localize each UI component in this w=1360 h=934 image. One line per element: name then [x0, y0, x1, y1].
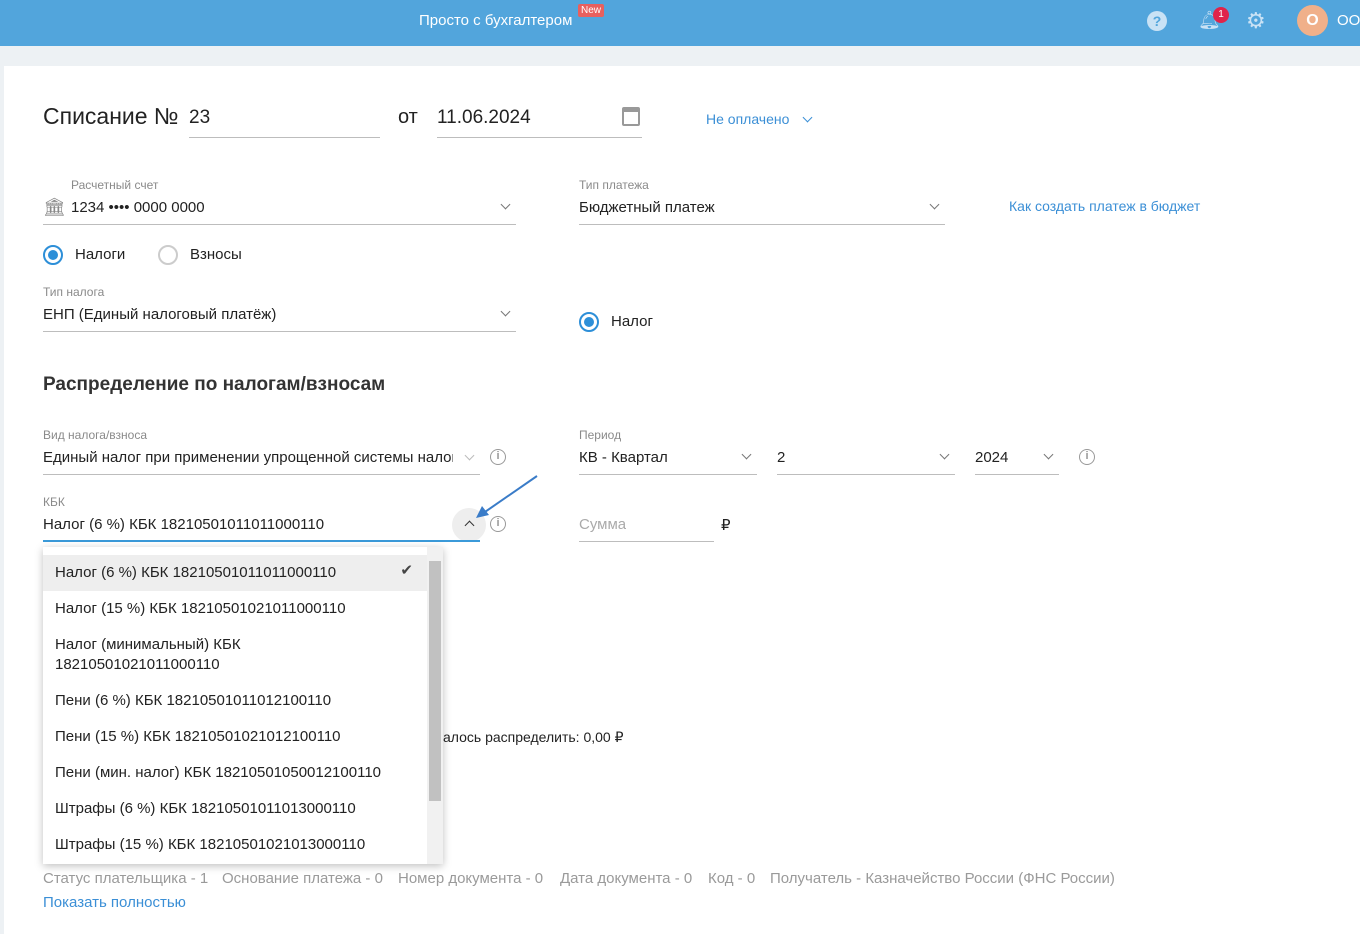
notification-count: 1 [1213, 7, 1229, 23]
org-name[interactable]: ООО [1337, 12, 1360, 29]
avatar[interactable]: О [1297, 5, 1328, 36]
kbk-option[interactable]: Пени (мин. налог) КБК 182105010500121001… [43, 763, 427, 783]
kbk-option[interactable]: Штрафы (6 %) КБК 18210501011013000110 [43, 799, 427, 819]
gear-icon[interactable]: ⚙ [1246, 8, 1266, 34]
tax-type-select[interactable]: ЕНП (Единый налоговый платёж) [43, 306, 276, 323]
radio-tax[interactable] [579, 312, 599, 332]
new-badge: New [578, 4, 605, 17]
status-dropdown[interactable]: Не оплачено [706, 111, 789, 127]
kind-label: Вид налога/взноса [43, 428, 147, 442]
period-year-select[interactable]: 2024 [975, 449, 1008, 466]
radio-contributions-label: Взносы [190, 246, 242, 263]
top-bar: Просто с бухгалтером New ? 🔔︎ 1 ⚙ О ООО [0, 0, 1360, 46]
kbk-option[interactable]: Штрафы (15 %) КБК 18210501021013000110 [43, 835, 427, 855]
info-icon[interactable]: i [1079, 449, 1095, 465]
kbk-option[interactable]: Пени (15 %) КБК 18210501021012100110 [43, 727, 427, 747]
document-date: Дата документа - 0 [560, 870, 693, 887]
account-label: Расчетный счет [71, 178, 159, 192]
app-title[interactable]: Просто с бухгалтером [419, 12, 572, 29]
kbk-option[interactable]: Налог (15 %) КБК 18210501021011000110 [43, 599, 427, 619]
payment-type-label: Тип платежа [579, 178, 649, 192]
payer-status: Статус плательщика - 1 [43, 870, 209, 887]
from-label: от [398, 106, 418, 128]
bank-icon: 🏛︎ [43, 197, 66, 217]
remaining-text: алось распределить: 0,00 ₽ [443, 729, 624, 745]
kbk-option[interactable]: Пени (6 %) КБК 18210501011012100110 [43, 691, 427, 711]
recipient: Получатель - Казначейство России (ФНС Ро… [770, 870, 1115, 887]
check-icon: ✔ [400, 562, 413, 579]
radio-tax-label: Налог [611, 313, 653, 330]
calendar-icon[interactable] [622, 107, 640, 126]
date-input[interactable]: 11.06.2024 [437, 107, 531, 129]
payment-basis: Основание платежа - 0 [222, 870, 383, 887]
budget-help-link[interactable]: Как создать платеж в бюджет [1009, 198, 1200, 214]
info-icon[interactable]: i [490, 449, 506, 465]
section-title: Распределение по налогам/взносам [43, 374, 386, 395]
kind-select[interactable]: Единый налог при применении упрощенной с… [43, 449, 453, 466]
annotation-arrow [476, 475, 538, 518]
payment-type-select[interactable]: Бюджетный платеж [579, 199, 715, 216]
doc-number-input[interactable]: 23 [189, 107, 210, 129]
show-full-link[interactable]: Показать полностью [43, 894, 186, 911]
sum-input[interactable]: Сумма [579, 516, 626, 533]
kbk-dropdown-list: Налог (6 %) КБК 18210501011011000110 ✔ На… [43, 547, 443, 864]
radio-contributions[interactable] [158, 245, 178, 265]
kbk-label: КБК [43, 495, 65, 509]
kbk-select[interactable]: Налог (6 %) КБК 18210501011011000110 [43, 516, 324, 533]
scrollbar[interactable] [427, 547, 443, 864]
period-type-select[interactable]: КВ - Квартал [579, 449, 668, 466]
kbk-option-label: Налог (6 %) КБК 18210501011011000110 [55, 564, 337, 581]
currency-label: ₽ [721, 517, 731, 534]
account-select[interactable]: 1234 •••• 0000 0000 [71, 199, 205, 216]
period-label: Период [579, 428, 622, 442]
scrollbar-thumb[interactable] [429, 561, 441, 801]
radio-taxes[interactable] [43, 245, 63, 265]
tax-type-label: Тип налога [43, 285, 105, 299]
document-number: Номер документа - 0 [398, 870, 544, 887]
radio-taxes-label: Налоги [75, 246, 126, 263]
help-icon[interactable]: ? [1147, 11, 1167, 31]
code: Код - 0 [708, 870, 756, 887]
kbk-option[interactable]: Налог (6 %) КБК 18210501011011000110 ✔ [43, 555, 427, 591]
period-number-select[interactable]: 2 [777, 449, 785, 466]
kbk-option[interactable]: Налог (минимальный) КБК 1821050102101100… [43, 635, 343, 675]
page-title: Списание № [43, 103, 179, 129]
